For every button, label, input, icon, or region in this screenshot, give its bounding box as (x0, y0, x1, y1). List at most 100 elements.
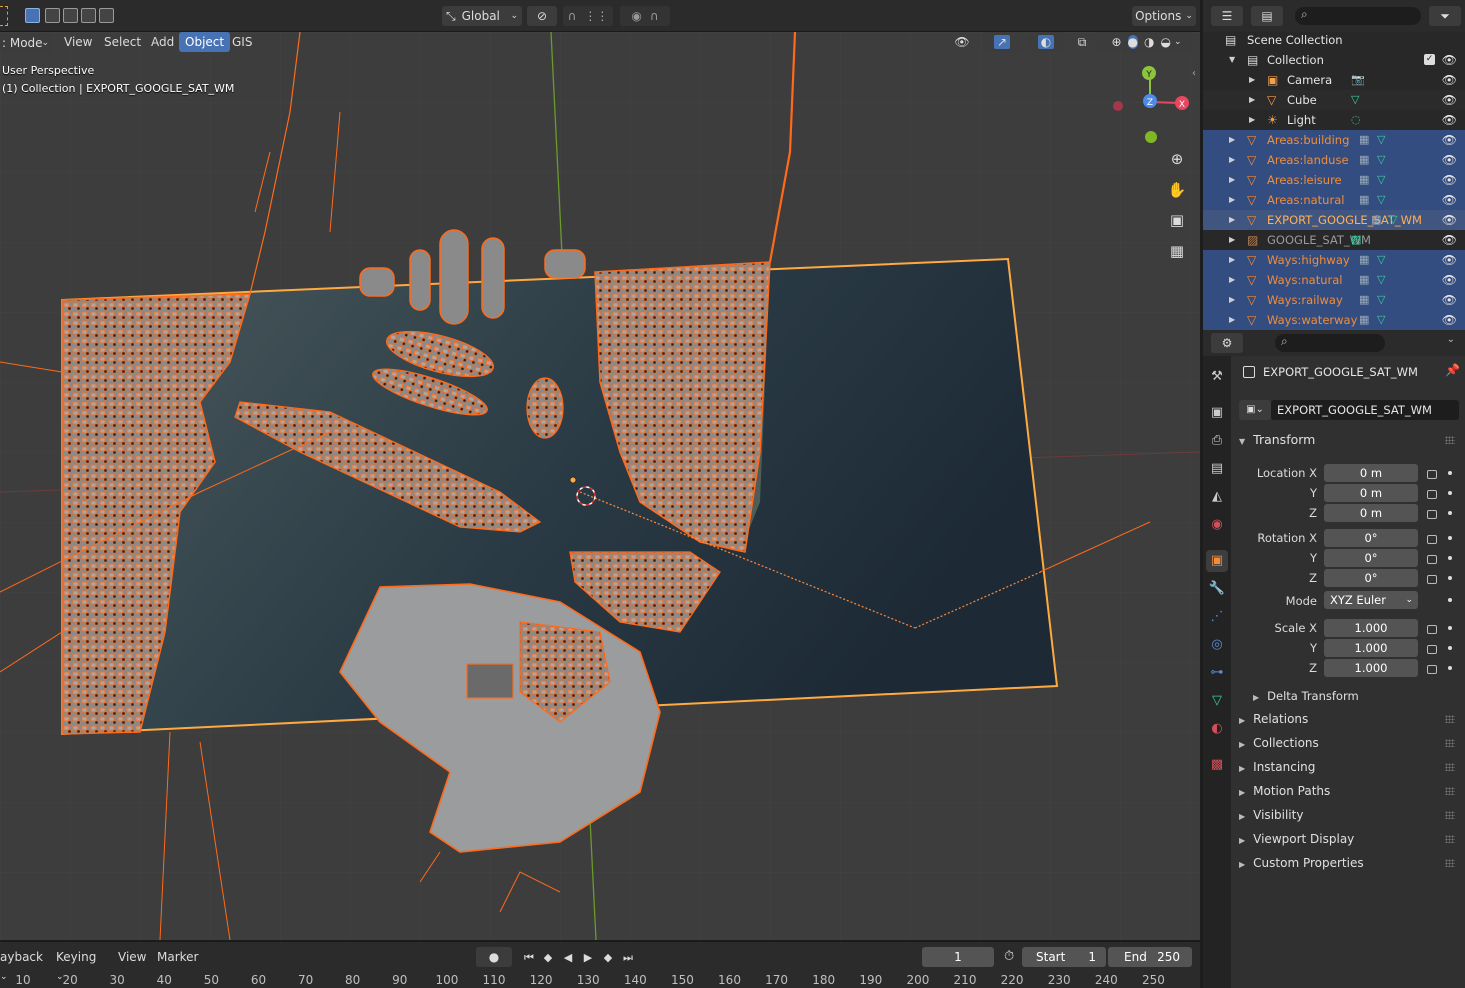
menu-gis[interactable]: GIS (226, 32, 258, 52)
mesh-data-icon[interactable]: ▽ (1377, 270, 1385, 290)
eye-icon[interactable]: 👁 (1442, 290, 1457, 310)
location-y-field[interactable]: 0 m (1324, 484, 1418, 502)
expand-arrow-icon[interactable]: ▶ (1249, 90, 1255, 110)
view-layer-tab-icon[interactable]: ▤ (1206, 458, 1228, 480)
eye-icon[interactable]: 👁 (1442, 110, 1457, 130)
end-frame-field[interactable]: End 250 (1108, 947, 1192, 967)
gizmo-toggle[interactable]: ↗ (982, 32, 1022, 52)
transform-panel-header[interactable]: ▼ Transform (1239, 430, 1459, 450)
keyframe-dot[interactable] (1448, 598, 1452, 602)
modifier-icon[interactable]: ▦ (1371, 210, 1381, 230)
menu-select[interactable]: Select (98, 32, 147, 52)
physics-tab-icon[interactable]: ◎ (1206, 634, 1228, 656)
particles-tab-icon[interactable]: ⋰ (1206, 606, 1228, 628)
proportional-edit-toggle[interactable]: ◉ ∩ (620, 6, 670, 26)
outliner-search-input[interactable]: ⌕ (1295, 7, 1421, 25)
wireframe-shading-icon[interactable]: ⊕ (1111, 35, 1121, 49)
expand-arrow-icon[interactable]: ▶ (1249, 110, 1255, 130)
drag-handle-icon[interactable] (1445, 787, 1455, 795)
eye-icon[interactable]: 👁 (1442, 230, 1457, 250)
outliner-item[interactable]: ▶ ▽ Cube ▽ 👁 (1203, 90, 1465, 110)
mesh-data-icon[interactable]: ▽ (1377, 290, 1385, 310)
eye-icon[interactable]: 👁 (1442, 270, 1457, 290)
mesh-data-icon[interactable]: ▽ (1377, 190, 1385, 210)
eye-icon[interactable]: 👁 (1442, 70, 1457, 90)
object-name-field[interactable]: EXPORT_GOOGLE_SAT_WM (1271, 400, 1459, 420)
mesh-data-icon[interactable]: ▽ (1377, 250, 1385, 270)
drag-handle-icon[interactable] (1445, 763, 1455, 771)
mesh-data-icon[interactable]: ▽ (1377, 130, 1385, 150)
light-data-icon[interactable]: ◌ (1351, 110, 1361, 130)
rotation-y-field[interactable]: 0° (1324, 549, 1418, 567)
eye-icon[interactable]: 👁 (1442, 90, 1457, 110)
outliner-item[interactable]: ▶ ▽ Ways:waterway ▽ ▦ 👁 (1203, 310, 1465, 330)
world-tab-icon[interactable]: ◉ (1206, 514, 1228, 536)
panel-visibility[interactable]: ▶ Visibility (1239, 805, 1459, 825)
outliner-item[interactable]: ▶ ▽ Ways:highway ▽ ▦ 👁 (1203, 250, 1465, 270)
prev-keyframe-icon[interactable]: ◆ (539, 949, 557, 967)
play-reverse-icon[interactable]: ◀ (559, 949, 577, 967)
lock-icon[interactable] (1427, 535, 1437, 544)
modifier-tab-icon[interactable]: 🔧 (1206, 578, 1228, 600)
outliner-item[interactable]: ▶ ▽ Areas:natural ▽ ▦ 👁 (1203, 190, 1465, 210)
material-shading-icon[interactable]: ◑ (1144, 35, 1154, 49)
visibility-dropdown[interactable]: 👁 (946, 32, 978, 52)
eye-icon[interactable]: 👁 (1442, 250, 1457, 270)
eye-icon[interactable]: 👁 (1442, 210, 1457, 230)
eye-icon[interactable]: 👁 (1442, 150, 1457, 170)
pin-icon[interactable]: 📌 (1445, 363, 1460, 377)
expand-arrow-icon[interactable]: ▶ (1229, 210, 1235, 230)
outliner-editor-type[interactable]: ☰ (1211, 6, 1243, 26)
modifier-icon[interactable]: ▦ (1359, 310, 1369, 330)
lock-icon[interactable] (1427, 665, 1437, 674)
menu-marker[interactable]: Marker (157, 948, 198, 966)
lock-icon[interactable] (1427, 555, 1437, 564)
expand-arrow-icon[interactable]: ▶ (1229, 250, 1235, 270)
snap-toggle[interactable]: ∩ ⋮⋮ (563, 6, 613, 26)
drag-handle-icon[interactable] (1445, 835, 1455, 843)
drag-handle-icon[interactable] (1445, 715, 1455, 723)
mesh-data-icon[interactable]: ▽ (1389, 210, 1397, 230)
jump-start-icon[interactable]: ⏮ (520, 949, 538, 967)
select-subtract-icon[interactable] (63, 8, 78, 23)
outliner-item[interactable]: ▶ ▽ EXPORT_GOOGLE_SAT_WM ▽ ▦ 👁 (1203, 210, 1465, 230)
drag-handle-icon[interactable] (1445, 859, 1455, 867)
record-button[interactable]: ● (476, 947, 512, 967)
select-intersect-icon[interactable] (99, 8, 114, 23)
keyframe-dot[interactable] (1448, 491, 1452, 495)
rendered-shading-icon[interactable]: ◒ (1161, 35, 1171, 49)
camera-data-icon[interactable]: 📷 (1351, 70, 1365, 90)
panel-instancing[interactable]: ▶ Instancing (1239, 757, 1459, 777)
sidebar-toggle-arrow-icon[interactable]: ‹ (1192, 68, 1196, 79)
modifier-icon[interactable]: ▦ (1359, 150, 1369, 170)
xray-toggle[interactable]: ⧉ (1071, 32, 1093, 52)
properties-editor-type[interactable]: ⚙ (1211, 333, 1243, 353)
keyframe-dot[interactable] (1448, 536, 1452, 540)
outliner-item[interactable]: ▶ ▽ Areas:landuse ▽ ▦ 👁 (1203, 150, 1465, 170)
eye-icon[interactable]: 👁 (1442, 50, 1457, 70)
gizmo-neg-y[interactable] (1145, 131, 1157, 143)
keyframe-dot[interactable] (1448, 646, 1452, 650)
overlay-toggle[interactable]: ◐ (1027, 32, 1065, 52)
rotation-x-field[interactable]: 0° (1324, 529, 1418, 547)
outliner-item[interactable]: ▶ ▽ Ways:natural ▽ ▦ 👁 (1203, 270, 1465, 290)
menu-view[interactable]: View (58, 32, 98, 52)
rotation-z-field[interactable]: 0° (1324, 569, 1418, 587)
keyframe-dot[interactable] (1448, 626, 1452, 630)
jump-end-icon[interactable]: ⏭ (619, 949, 637, 967)
play-icon[interactable]: ▶ (579, 949, 597, 967)
drag-handle-icon[interactable] (1445, 436, 1455, 444)
lock-icon[interactable] (1427, 510, 1437, 519)
delta-transform-header[interactable]: ▶ Delta Transform (1253, 686, 1453, 706)
data-tab-icon[interactable]: ▽ (1206, 690, 1228, 712)
rotation-mode-dropdown[interactable]: XYZ Euler ⌄ (1324, 591, 1418, 609)
expand-arrow-icon[interactable]: ▶ (1229, 170, 1235, 190)
expand-arrow-icon[interactable]: ▶ (1229, 310, 1235, 330)
drag-handle-icon[interactable] (1445, 739, 1455, 747)
menu-object[interactable]: Object (179, 32, 231, 52)
lock-icon[interactable] (1427, 490, 1437, 499)
lock-icon[interactable] (1427, 645, 1437, 654)
ortho-grid-icon[interactable]: ▦ (1165, 239, 1189, 263)
3d-viewport[interactable]: Y X Z User Perspective (1) Collection | … (0, 32, 1200, 940)
texture-tab-icon[interactable]: ▩ (1206, 754, 1228, 776)
